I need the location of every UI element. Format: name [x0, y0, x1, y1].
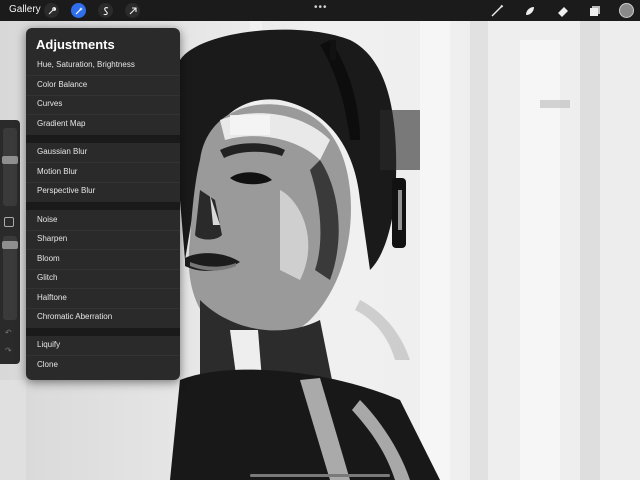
menu-item-hue-saturation-brightness[interactable]: Hue, Saturation, Brightness	[26, 56, 180, 75]
modify-button[interactable]	[4, 217, 14, 227]
menu-item-perspective-blur[interactable]: Perspective Blur	[26, 182, 180, 201]
brush-icon[interactable]	[489, 3, 505, 19]
more-options-button[interactable]: •••	[314, 2, 328, 13]
top-toolbar: Gallery •••	[0, 0, 640, 21]
menu-item-noise[interactable]: Noise	[26, 211, 180, 230]
smudge-icon[interactable]	[522, 3, 538, 19]
opacity-thumb[interactable]	[2, 241, 18, 249]
magic-wand-icon[interactable]	[71, 3, 86, 18]
menu-item-halftone[interactable]: Halftone	[26, 289, 180, 308]
adjustments-menu: Adjustments Hue, Saturation, Brightness …	[26, 28, 180, 380]
menu-item-clone[interactable]: Clone	[26, 356, 180, 375]
menu-item-curves[interactable]: Curves	[26, 95, 180, 114]
gallery-button[interactable]: Gallery	[9, 4, 41, 15]
menu-group-gap	[26, 202, 180, 210]
menu-group-gap	[26, 328, 180, 336]
brush-size-thumb[interactable]	[2, 156, 18, 164]
menu-item-glitch[interactable]: Glitch	[26, 269, 180, 288]
menu-item-motion-blur[interactable]: Motion Blur	[26, 163, 180, 182]
redo-icon[interactable]: ↷	[5, 346, 12, 355]
wrench-icon[interactable]	[44, 3, 59, 18]
menu-item-chromatic-aberration[interactable]: Chromatic Aberration	[26, 308, 180, 327]
home-indicator[interactable]	[250, 474, 390, 477]
undo-icon[interactable]: ↶	[5, 328, 12, 337]
left-sidebar: ↶ ↷	[0, 120, 20, 364]
menu-item-sharpen[interactable]: Sharpen	[26, 230, 180, 249]
menu-title: Adjustments	[36, 37, 115, 52]
menu-item-bloom[interactable]: Bloom	[26, 250, 180, 269]
color-swatch[interactable]	[619, 3, 634, 18]
menu-item-liquify[interactable]: Liquify	[26, 336, 180, 355]
menu-item-color-balance[interactable]: Color Balance	[26, 76, 180, 95]
menu-item-gradient-map[interactable]: Gradient Map	[26, 115, 180, 134]
transform-arrow-icon[interactable]	[125, 3, 140, 18]
brush-size-slider[interactable]	[3, 128, 17, 206]
selection-s-icon[interactable]	[98, 3, 113, 18]
eraser-icon[interactable]	[555, 3, 571, 19]
layers-icon[interactable]	[587, 3, 603, 19]
menu-group-gap	[26, 135, 180, 143]
menu-item-gaussian-blur[interactable]: Gaussian Blur	[26, 143, 180, 162]
